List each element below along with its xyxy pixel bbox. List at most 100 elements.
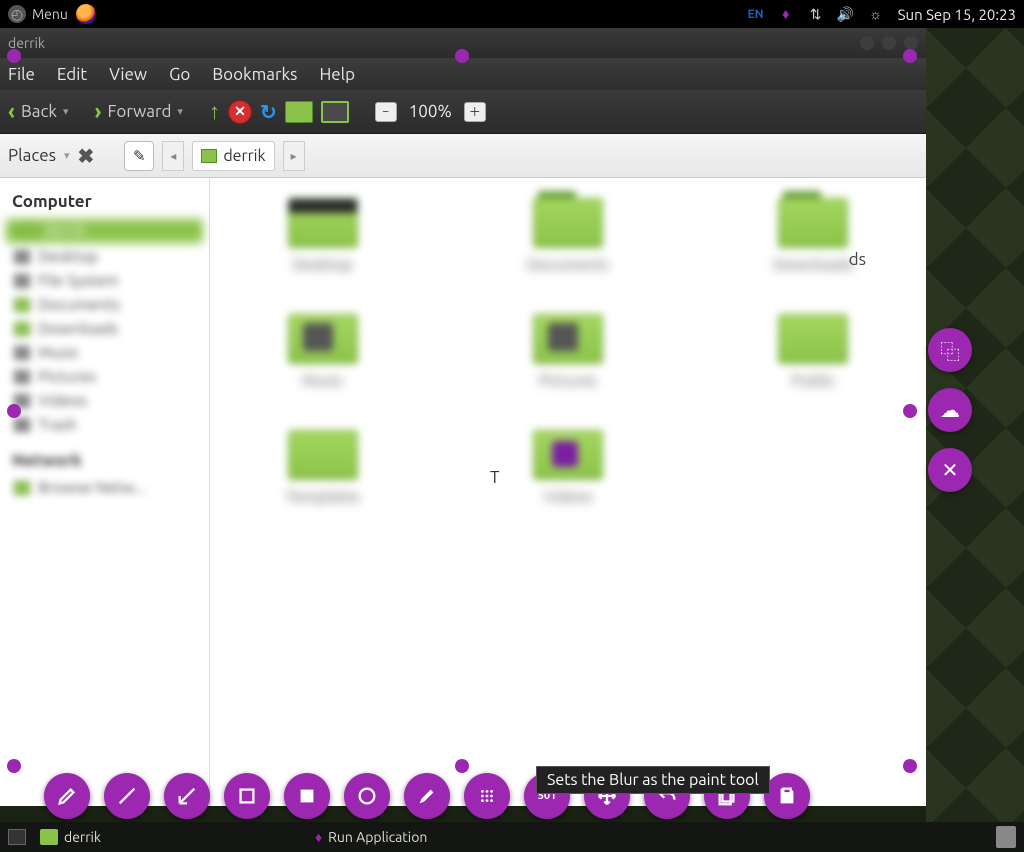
pencil-tool-button[interactable] [44, 773, 90, 819]
cloud-upload-icon: ☁ [940, 398, 960, 422]
upload-button[interactable]: ☁ [928, 388, 972, 432]
tooltip: Sets the Blur as the paint tool [536, 766, 770, 794]
menu-go[interactable]: Go [169, 65, 190, 84]
circle-tool-button[interactable] [344, 773, 390, 819]
up-arrow-icon[interactable]: ↑ [209, 99, 220, 125]
menu-view[interactable]: View [109, 65, 147, 84]
window-close-button[interactable] [904, 36, 918, 50]
path-next-button[interactable]: ▸ [283, 141, 305, 171]
copy-icon: ⿻ [940, 336, 960, 365]
folder-item[interactable]: Downloadsds [721, 198, 906, 274]
back-button[interactable]: ‹ Back ▾ [8, 99, 69, 124]
show-desktop-button[interactable] [8, 829, 26, 845]
path-segment-home[interactable]: derrik [192, 141, 274, 171]
location-bar: Places ▾ ✖ ✎ ◂ derrik ▸ [0, 134, 926, 178]
system-menu-label: Menu [32, 6, 68, 22]
ubuntu-logo-icon: ◴ [8, 5, 26, 23]
window-minimize-button[interactable] [860, 36, 874, 50]
menu-file[interactable]: File [8, 65, 35, 84]
places-dropdown[interactable]: Places ▾ [8, 146, 70, 165]
menu-help[interactable]: Help [319, 65, 355, 84]
file-manager-window: derrik File Edit View Go Bookmarks Help … [0, 28, 926, 806]
flameshot-tray-icon[interactable]: ♦ [778, 6, 794, 22]
pencil-icon: ✎ [133, 147, 146, 165]
sidebar-item[interactable]: Pictures [0, 365, 209, 389]
forward-label: Forward [107, 102, 171, 121]
cancel-button[interactable]: ✕ [928, 448, 972, 492]
rect-fill-tool-button[interactable] [284, 773, 330, 819]
save-button[interactable] [764, 773, 810, 819]
firefox-icon[interactable] [76, 4, 96, 24]
folder-item[interactable]: Music [230, 314, 415, 390]
settings-gear-icon[interactable]: ☼ [868, 6, 884, 22]
path-prev-button[interactable]: ◂ [162, 141, 184, 171]
network-icon[interactable]: ⇅ [808, 6, 824, 22]
sidebar-header-computer: Computer [0, 186, 209, 217]
close-icon: ✕ [942, 458, 959, 482]
menubar: File Edit View Go Bookmarks Help [0, 58, 926, 90]
sidebar-item[interactable]: Desktop [0, 245, 209, 269]
line-tool-button[interactable] [104, 773, 150, 819]
menu-edit[interactable]: Edit [57, 65, 87, 84]
caret-down-icon: ▾ [64, 149, 70, 162]
volume-icon[interactable]: 🔊 [838, 6, 854, 22]
system-topbar: ◴ Menu EN ♦ ⇅ 🔊 ☼ Sun Sep 15, 20:23 [0, 0, 1024, 28]
arrow-tool-button[interactable] [164, 773, 210, 819]
caret-down-icon: ▾ [177, 105, 183, 118]
computer-icon[interactable] [321, 101, 349, 123]
sidebar-item-network[interactable]: Browse Netw... [0, 476, 209, 500]
copy-button[interactable]: ⿻ [928, 328, 972, 372]
keyboard-language-indicator[interactable]: EN [748, 8, 764, 21]
caret-down-icon: ▾ [63, 105, 69, 118]
folder-icon [40, 829, 58, 845]
stop-button[interactable]: ✕ [228, 100, 252, 124]
folder-item[interactable]: Templates [230, 430, 415, 506]
places-label: Places [8, 146, 56, 165]
home-folder-icon[interactable] [285, 101, 313, 123]
taskbar: derrik ♦Run Application [0, 822, 1024, 852]
folder-grid[interactable]: Desktop Documents Downloadsds Music Pict… [210, 178, 926, 806]
rect-outline-tool-button[interactable] [224, 773, 270, 819]
system-menu-button[interactable]: ◴ Menu [8, 5, 68, 23]
folder-item[interactable]: Documents [475, 198, 660, 274]
home-icon [201, 149, 217, 163]
menu-bookmarks[interactable]: Bookmarks [212, 65, 297, 84]
edit-path-button[interactable]: ✎ [124, 141, 154, 171]
chevron-left-icon: ‹ [8, 99, 15, 124]
close-sidebar-button[interactable]: ✖ [78, 144, 95, 168]
clock-label[interactable]: Sun Sep 15, 20:23 [898, 6, 1016, 23]
marker-tool-button[interactable] [404, 773, 450, 819]
folder-item[interactable]: Videos [475, 430, 660, 506]
reload-icon[interactable]: ↻ [260, 100, 277, 124]
taskbar-item[interactable]: derrik [40, 829, 101, 845]
taskbar-item[interactable]: ♦Run Application [315, 829, 427, 845]
window-maximize-button[interactable] [882, 36, 896, 50]
folder-item[interactable]: Desktop [230, 198, 415, 274]
path-label: derrik [223, 147, 265, 165]
window-title: derrik [8, 35, 45, 51]
folder-item[interactable]: Public [721, 314, 906, 390]
sidebar-item[interactable]: Documents [0, 293, 209, 317]
chevron-right-icon: › [95, 99, 102, 124]
navigation-toolbar: ‹ Back ▾ › Forward ▾ ↑ ✕ ↻ − 100% ＋ [0, 90, 926, 134]
visible-char: T [490, 468, 499, 487]
blur-tool-button[interactable] [464, 773, 510, 819]
zoom-in-button[interactable]: ＋ [464, 102, 486, 122]
sidebar-item-home[interactable]: derrik [6, 219, 203, 243]
sidebar-item[interactable]: Downloads [0, 317, 209, 341]
window-titlebar[interactable]: derrik [0, 28, 926, 58]
places-sidebar: Computer derrik Desktop File System Docu… [0, 178, 210, 806]
zoom-level: 100% [405, 102, 456, 121]
sidebar-item[interactable]: Videos [0, 389, 209, 413]
sidebar-item[interactable]: Music [0, 341, 209, 365]
zoom-out-button[interactable]: − [375, 102, 397, 122]
folder-item[interactable]: Pictures [475, 314, 660, 390]
back-label: Back [21, 102, 57, 121]
forward-button[interactable]: › Forward ▾ [95, 99, 183, 124]
sidebar-item[interactable]: File System [0, 269, 209, 293]
content-area: Computer derrik Desktop File System Docu… [0, 178, 926, 806]
trash-icon[interactable] [996, 826, 1016, 848]
flame-icon: ♦ [315, 829, 322, 845]
sidebar-header-network: Network [0, 445, 209, 476]
sidebar-item[interactable]: Trash [0, 413, 209, 437]
